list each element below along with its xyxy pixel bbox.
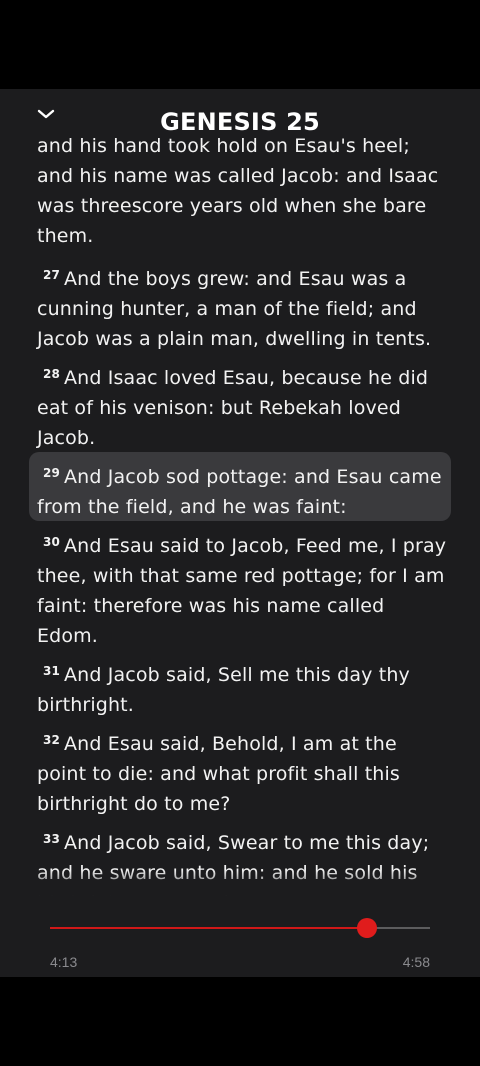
verse-text-area[interactable]: and his hand took hold on Esau's heel; a…: [0, 131, 480, 897]
navigation-bar-area: [0, 977, 480, 1066]
verse-text: And the boys grew: and Esau was a cunnin…: [37, 268, 432, 350]
verse-number: 28: [43, 367, 60, 381]
verse-number: 33: [43, 832, 60, 846]
status-bar-area: [0, 0, 480, 89]
verse-31: 31 And Jacob said, Sell me this day thy b…: [37, 656, 447, 720]
verse-26-continued: and his hand took hold on Esau's heel; a…: [37, 135, 439, 247]
verse-text: And Esau said, Behold, I am at the point…: [37, 733, 400, 815]
verse-number: 30: [43, 535, 60, 549]
verse-number: 31: [43, 664, 60, 678]
text-fade-overlay: [0, 870, 480, 902]
verse-text: And Esau said to Jacob, Feed me, I pray …: [37, 535, 447, 647]
verse-text: And Jacob sod pottage: and Esau came fro…: [37, 466, 442, 518]
total-time: 4:58: [402, 954, 430, 970]
seek-bar[interactable]: [50, 918, 430, 938]
verse-number: 27: [43, 268, 60, 282]
verse-number: 32: [43, 733, 60, 747]
seek-progress: [50, 927, 368, 929]
verse-30: 30 And Esau said to Jacob, Feed me, I pra…: [37, 527, 447, 651]
verse-text: And Jacob said, Sell me this day thy bir…: [37, 664, 410, 716]
verse-29: 29 And Jacob sod pottage: and Esau came f…: [37, 458, 447, 522]
elapsed-time: 4:13: [50, 954, 78, 970]
verse-text: And Isaac loved Esau, because he did eat…: [37, 367, 429, 449]
verse-27: 27 And the boys grew: and Esau was a cunn…: [37, 260, 447, 354]
verse-32: 32 And Esau said, Behold, I am at the poi…: [37, 725, 447, 819]
verse-28: 28 And Isaac loved Esau, because he did e…: [37, 359, 447, 453]
verse-number: 29: [43, 466, 60, 480]
